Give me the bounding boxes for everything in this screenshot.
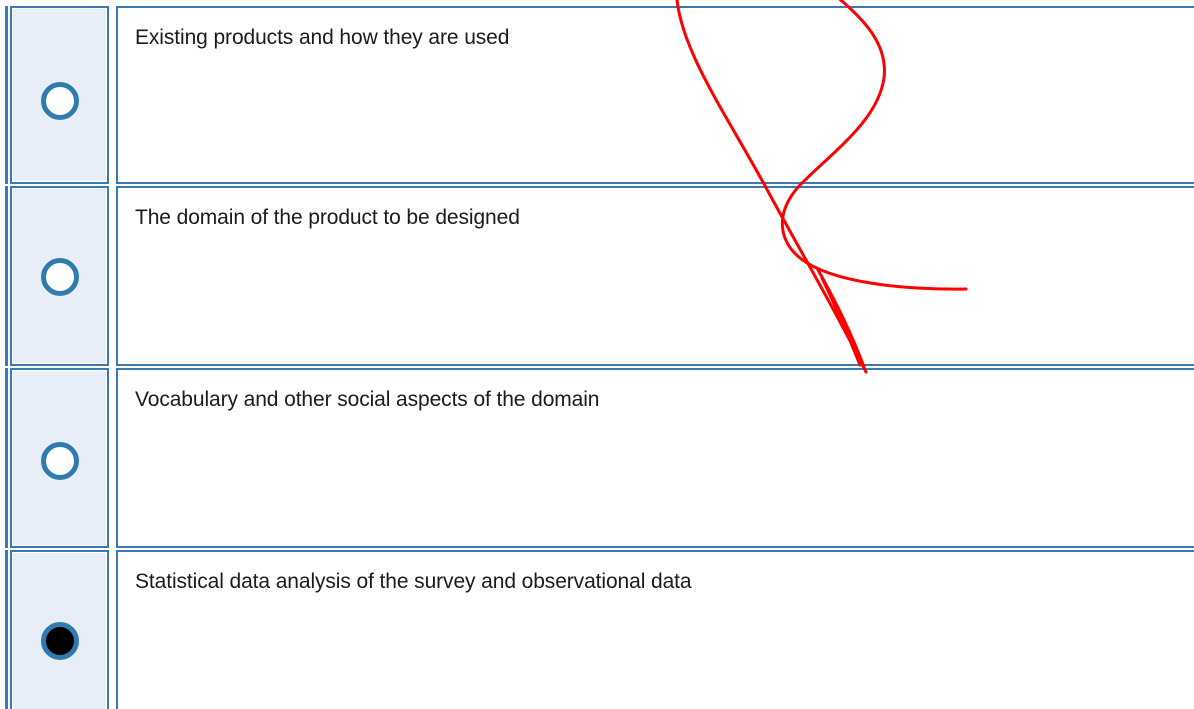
radio-button-option-1[interactable]: [40, 82, 79, 120]
option-label: The domain of the product to be designed: [135, 206, 520, 229]
option-row-1[interactable]: Existing products and how they are used: [0, 6, 1194, 184]
frame-border: [5, 550, 8, 709]
option-label: Vocabulary and other social aspects of t…: [135, 388, 600, 411]
option-text-cell[interactable]: Vocabulary and other social aspects of t…: [116, 368, 1194, 548]
radio-cell[interactable]: [10, 368, 109, 548]
radio-button-option-4-selected[interactable]: [40, 622, 79, 660]
option-text-cell[interactable]: The domain of the product to be designed: [116, 186, 1194, 366]
frame-border: [5, 368, 8, 548]
radio-button-option-3[interactable]: [40, 442, 79, 480]
quiz-question-options: Existing products and how they are used …: [0, 0, 1194, 709]
frame-border: [5, 6, 8, 184]
option-row-3[interactable]: Vocabulary and other social aspects of t…: [0, 368, 1194, 548]
radio-cell[interactable]: [10, 550, 109, 709]
option-text-cell[interactable]: Existing products and how they are used: [116, 6, 1194, 184]
option-row-2[interactable]: The domain of the product to be designed: [0, 186, 1194, 366]
option-text-cell[interactable]: Statistical data analysis of the survey …: [116, 550, 1194, 709]
option-row-4[interactable]: Statistical data analysis of the survey …: [0, 550, 1194, 709]
frame-border: [5, 186, 8, 366]
radio-button-option-2[interactable]: [40, 258, 79, 296]
radio-cell[interactable]: [10, 6, 109, 184]
option-label: Statistical data analysis of the survey …: [135, 570, 692, 593]
option-label: Existing products and how they are used: [135, 26, 510, 49]
radio-cell[interactable]: [10, 186, 109, 366]
